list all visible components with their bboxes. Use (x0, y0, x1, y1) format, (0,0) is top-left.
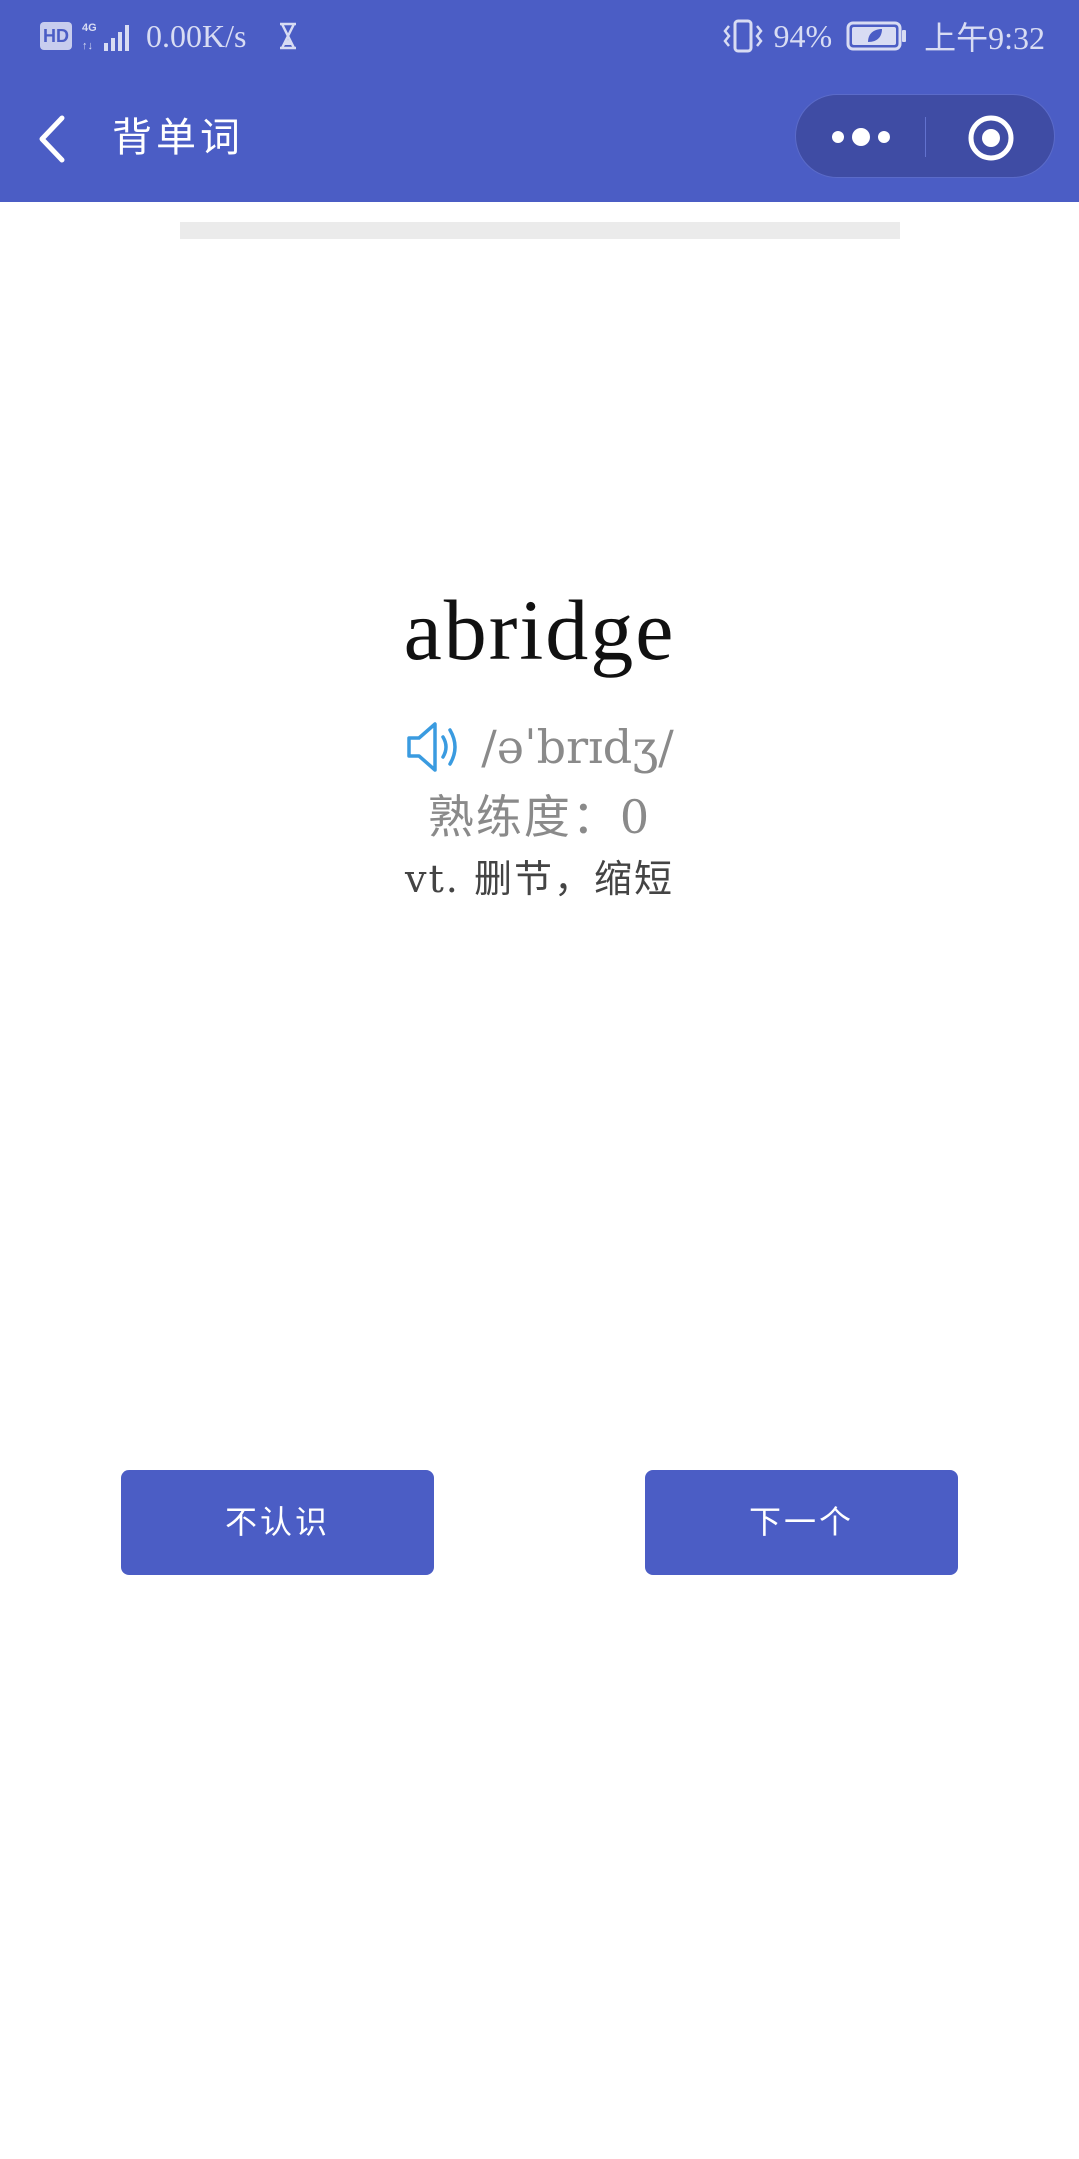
hd-badge: HD (40, 22, 72, 50)
page-title: 背单词 (112, 115, 244, 161)
speaker-icon[interactable] (405, 719, 467, 775)
unknown-button[interactable]: 不认识 (121, 1470, 434, 1575)
status-bar: HD 4G ↑↓ 0.00K/s 94% 上午9:32 (0, 0, 1079, 72)
progress-bar (180, 222, 900, 239)
status-bar-right: 94% 上午9:32 (721, 16, 1045, 56)
clock: 上午9:32 (924, 20, 1045, 56)
back-icon[interactable] (34, 114, 74, 164)
battery-icon (846, 21, 907, 51)
mini-program-capsule (795, 94, 1055, 178)
network-speed: 0.00K/s (146, 17, 247, 54)
signal-4g-icon: 4G ↑↓ (82, 22, 129, 52)
svg-text:↑↓: ↑↓ (82, 40, 93, 52)
status-bar-left: HD 4G ↑↓ 0.00K/s (40, 16, 300, 56)
svg-text:4G: 4G (82, 22, 97, 34)
target-icon[interactable] (966, 113, 1016, 163)
phonetic-text: /əˈbrɪdʒ/ (481, 720, 674, 774)
hourglass-icon (280, 22, 297, 50)
word-text: abridge (403, 582, 676, 678)
phonetic-row: /əˈbrɪdʒ/ (0, 712, 1079, 782)
more-icon[interactable] (826, 117, 896, 157)
proficiency-text: 熟练度：0 (427, 790, 652, 844)
meaning-text: vt. 删节，缩短 (405, 857, 674, 901)
capsule-divider (925, 117, 926, 157)
vibrate-icon (723, 19, 764, 53)
next-button[interactable]: 下一个 (645, 1470, 958, 1575)
nav-bar: 背单词 (0, 72, 1079, 202)
battery-percent: 94% (773, 17, 833, 54)
